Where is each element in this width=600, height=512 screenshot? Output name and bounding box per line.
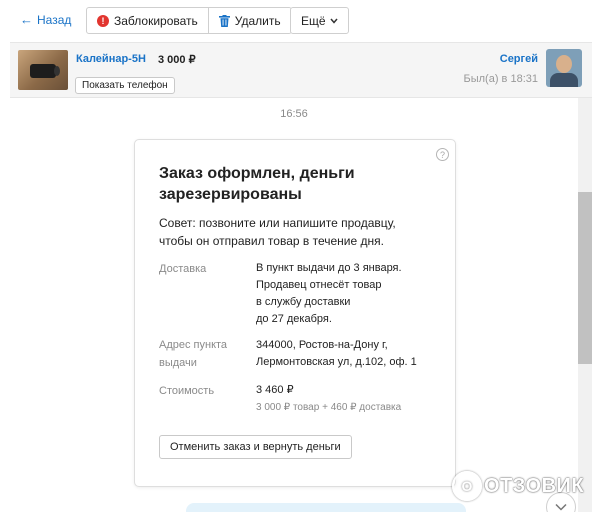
watermark: О ОТЗОВИК (452, 466, 584, 506)
avatar[interactable] (546, 49, 582, 87)
address-label: Адрес пункта выдачи (159, 339, 228, 369)
action-button-group: ! Заблокировать Удалить (86, 7, 292, 34)
order-card: ? Заказ оформлен, деньги зарезервированы… (134, 139, 456, 487)
seller-last-seen: Был(а) в 18:31 (463, 73, 538, 85)
message-time: 16:56 (280, 108, 308, 120)
watermark-logo: О (452, 471, 482, 501)
toolbar: ← Назад ! Заблокировать Удалить Ещё (0, 0, 600, 42)
item-thumbnail[interactable] (18, 50, 68, 90)
back-label: Назад (37, 12, 72, 27)
trash-icon (218, 14, 230, 27)
chevron-down-icon (329, 18, 338, 24)
item-price: 3 000 ₽ (158, 54, 196, 66)
conversation-header: Калейнар-5Н 3 000 ₽ Показать телефон Сер… (10, 42, 592, 98)
order-card-advice: Совет: позвоните или напишите продавцу, … (159, 216, 396, 248)
show-phone-button[interactable]: Показать телефон (75, 77, 175, 94)
delete-button[interactable]: Удалить (207, 8, 291, 33)
back-arrow-icon: ← (20, 12, 33, 27)
seller-name-link[interactable]: Сергей (500, 53, 538, 65)
scrollbar-thumb[interactable] (578, 192, 592, 364)
help-icon[interactable]: ? (436, 148, 449, 161)
order-card-title: Заказ оформлен, деньги зарезервированы (159, 165, 355, 203)
cancel-order-button[interactable]: Отменить заказ и вернуть деньги (159, 435, 352, 459)
back-link[interactable]: ← Назад (20, 12, 71, 27)
delete-label: Удалить (234, 13, 281, 28)
delivery-label: Доставка (159, 263, 207, 275)
next-message-bubble (186, 503, 466, 512)
watermark-text: ОТЗОВИК (484, 474, 585, 497)
cost-breakdown: 3 000 ₽ товар + 460 ₽ доставка (256, 402, 402, 413)
delivery-value: В пункт выдачи до 3 января. Продавец отн… (256, 262, 402, 325)
cost-value: 3 460 ₽ 3 000 ₽ товар + 460 ₽ доставка (256, 382, 401, 416)
block-button[interactable]: ! Заблокировать (87, 8, 208, 33)
lens-image (30, 64, 60, 78)
block-icon: ! (97, 14, 109, 27)
item-title-link[interactable]: Калейнар-5Н (76, 53, 146, 65)
cost-label: Стоимость (159, 385, 215, 397)
more-label: Ещё (301, 13, 326, 28)
cost-total: 3 460 ₽ (256, 384, 294, 396)
block-label: Заблокировать (114, 13, 198, 28)
address-value: 344000, Ростов-на-Дону г, Лермонтовская … (256, 339, 417, 368)
more-button[interactable]: Ещё (290, 7, 349, 34)
